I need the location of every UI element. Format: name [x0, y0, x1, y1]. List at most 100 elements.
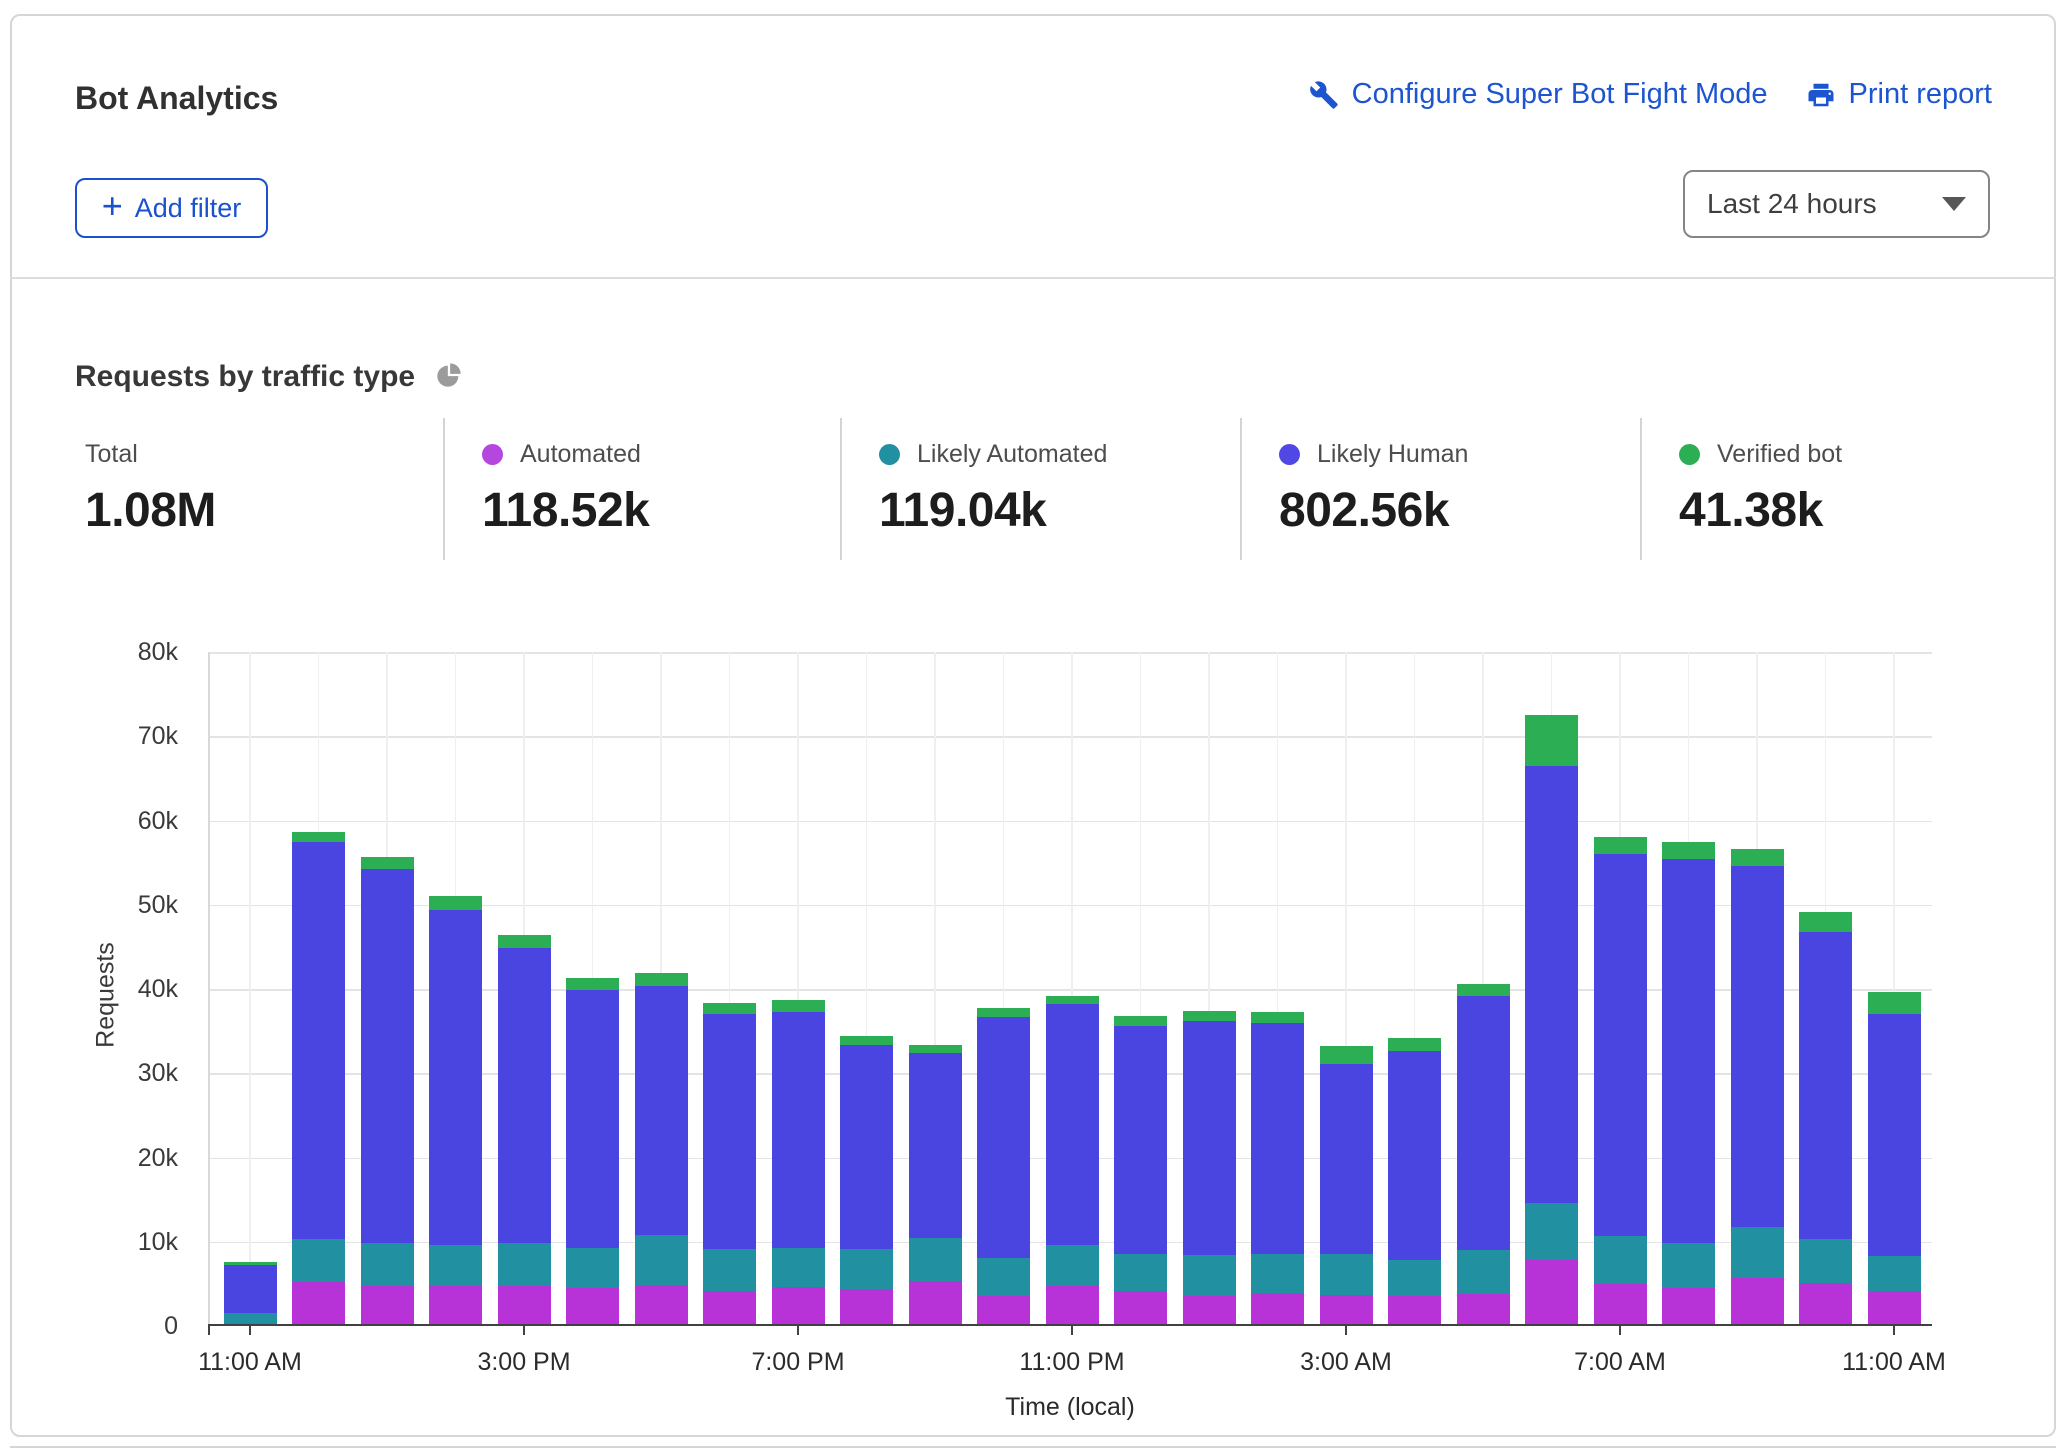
bar-segment-likely-automated	[1183, 1255, 1236, 1295]
bar-stack[interactable]	[1868, 992, 1921, 1326]
bar-segment-likely-human	[1183, 1021, 1236, 1255]
stat-automated: Automated 118.52k	[443, 418, 840, 560]
x-tick-label: 3:00 PM	[477, 1348, 570, 1377]
bar-segment-likely-automated	[361, 1243, 414, 1287]
bar-stack[interactable]	[1594, 837, 1647, 1326]
bar-segment-automated	[703, 1291, 756, 1326]
bar-stack[interactable]	[1731, 849, 1784, 1326]
bar-stack[interactable]	[498, 935, 551, 1326]
x-tick-label: 11:00 AM	[1842, 1348, 1946, 1377]
bar-segment-automated	[1868, 1291, 1921, 1326]
bar-segment-likely-automated	[498, 1243, 551, 1286]
bar-stack[interactable]	[1320, 1046, 1373, 1326]
bar-segment-automated	[1388, 1296, 1441, 1326]
bar-stack[interactable]	[772, 1000, 825, 1326]
y-tick-label: 80k	[60, 637, 178, 667]
y-tick-label: 0	[60, 1311, 178, 1341]
plot-area: 11:00 AM3:00 PM7:00 PM11:00 PM3:00 AM7:0…	[208, 652, 1932, 1326]
bar-segment-likely-automated	[772, 1248, 825, 1288]
bar-segment-automated	[635, 1285, 688, 1326]
bar-stack[interactable]	[977, 1008, 1030, 1326]
bar-segment-automated	[566, 1288, 619, 1326]
legend-dot-automated	[482, 444, 503, 465]
stat-total-label: Total	[85, 440, 138, 469]
bar-stack[interactable]	[909, 1045, 962, 1326]
y-axis-line	[208, 652, 210, 1326]
section-title: Requests by traffic type	[75, 360, 415, 394]
stat-likely-human-value: 802.56k	[1279, 483, 1640, 538]
bar-segment-automated	[429, 1286, 482, 1326]
bar-stack[interactable]	[1799, 912, 1852, 1326]
bar-stack[interactable]	[840, 1036, 893, 1326]
bar-segment-likely-human	[1046, 1004, 1099, 1245]
stat-likely-automated-label: Likely Automated	[917, 440, 1107, 469]
print-report-link[interactable]: Print report	[1806, 78, 1992, 111]
bar-segment-verified-bot	[1731, 849, 1784, 866]
bar-segment-likely-automated	[703, 1249, 756, 1291]
x-axis-tick	[797, 1326, 799, 1335]
add-filter-button[interactable]: + Add filter	[75, 178, 268, 238]
x-axis-tick	[1893, 1326, 1895, 1335]
y-tick-label: 10k	[60, 1227, 178, 1257]
bar-segment-automated	[1251, 1293, 1304, 1326]
bar-stack[interactable]	[1457, 984, 1510, 1326]
bar-segment-verified-bot	[1114, 1016, 1167, 1026]
bar-segment-likely-automated	[429, 1245, 482, 1286]
header-links: Configure Super Bot Fight Mode Print rep…	[1309, 78, 1992, 111]
bar-segment-verified-bot	[977, 1008, 1030, 1017]
bar-segment-verified-bot	[361, 857, 414, 870]
x-tick-label: 7:00 AM	[1574, 1348, 1666, 1377]
bar-segment-likely-human	[840, 1045, 893, 1249]
bar-stack[interactable]	[1114, 1016, 1167, 1326]
bar-segment-automated	[1594, 1284, 1647, 1326]
bar-segment-automated	[361, 1286, 414, 1326]
bar-segment-likely-human	[1594, 854, 1647, 1236]
bar-stack[interactable]	[1662, 842, 1715, 1326]
bar-segment-likely-human	[909, 1053, 962, 1238]
bar-segment-verified-bot	[1046, 996, 1099, 1004]
bar-stack[interactable]	[566, 978, 619, 1326]
configure-super-bot-fight-mode-link[interactable]: Configure Super Bot Fight Mode	[1309, 78, 1768, 111]
y-tick-label: 60k	[60, 806, 178, 836]
bar-stack[interactable]	[1525, 715, 1578, 1326]
bar-segment-automated	[1320, 1295, 1373, 1326]
bar-segment-automated	[1525, 1260, 1578, 1326]
bar-segment-likely-human	[635, 986, 688, 1235]
bar-stack[interactable]	[1183, 1011, 1236, 1326]
bar-segment-likely-automated	[292, 1239, 345, 1282]
bar-segment-likely-human	[1868, 1014, 1921, 1256]
bar-segment-verified-bot	[635, 973, 688, 986]
stat-automated-value: 118.52k	[482, 483, 840, 538]
stat-likely-automated: Likely Automated 119.04k	[840, 418, 1240, 560]
bar-segment-likely-human	[1525, 766, 1578, 1203]
bar-segment-verified-bot	[840, 1036, 893, 1045]
bar-segment-automated	[977, 1296, 1030, 1326]
bar-segment-likely-human	[429, 910, 482, 1245]
bar-stack[interactable]	[1251, 1012, 1304, 1326]
bar-stack[interactable]	[292, 832, 345, 1326]
bar-stack[interactable]	[429, 896, 482, 1327]
bar-stack[interactable]	[1046, 996, 1099, 1326]
bar-segment-verified-bot	[1320, 1046, 1373, 1064]
plus-icon: +	[102, 188, 123, 224]
bar-segment-verified-bot	[909, 1045, 962, 1053]
stat-likely-automated-value: 119.04k	[879, 483, 1240, 538]
x-tick-label: 11:00 AM	[198, 1348, 302, 1377]
bar-stack[interactable]	[224, 1262, 277, 1326]
page: Bot Analytics Configure Super Bot Fight …	[0, 0, 2062, 1450]
bar-segment-verified-bot	[1662, 842, 1715, 860]
bar-stack[interactable]	[635, 973, 688, 1326]
bar-stack[interactable]	[361, 857, 414, 1326]
time-range-select[interactable]: Last 24 hours	[1683, 170, 1990, 238]
bar-segment-verified-bot	[1457, 984, 1510, 996]
bar-stack[interactable]	[703, 1003, 756, 1326]
stat-total: Total 1.08M	[75, 418, 443, 560]
x-axis-tick	[1345, 1326, 1347, 1335]
bar-segment-likely-human	[1114, 1026, 1167, 1253]
x-axis-line	[208, 1324, 1932, 1326]
stat-total-value: 1.08M	[85, 483, 443, 538]
bar-segment-likely-automated	[1525, 1203, 1578, 1260]
wrench-icon	[1309, 80, 1339, 110]
bar-segment-automated	[1799, 1283, 1852, 1326]
bar-stack[interactable]	[1388, 1038, 1441, 1326]
